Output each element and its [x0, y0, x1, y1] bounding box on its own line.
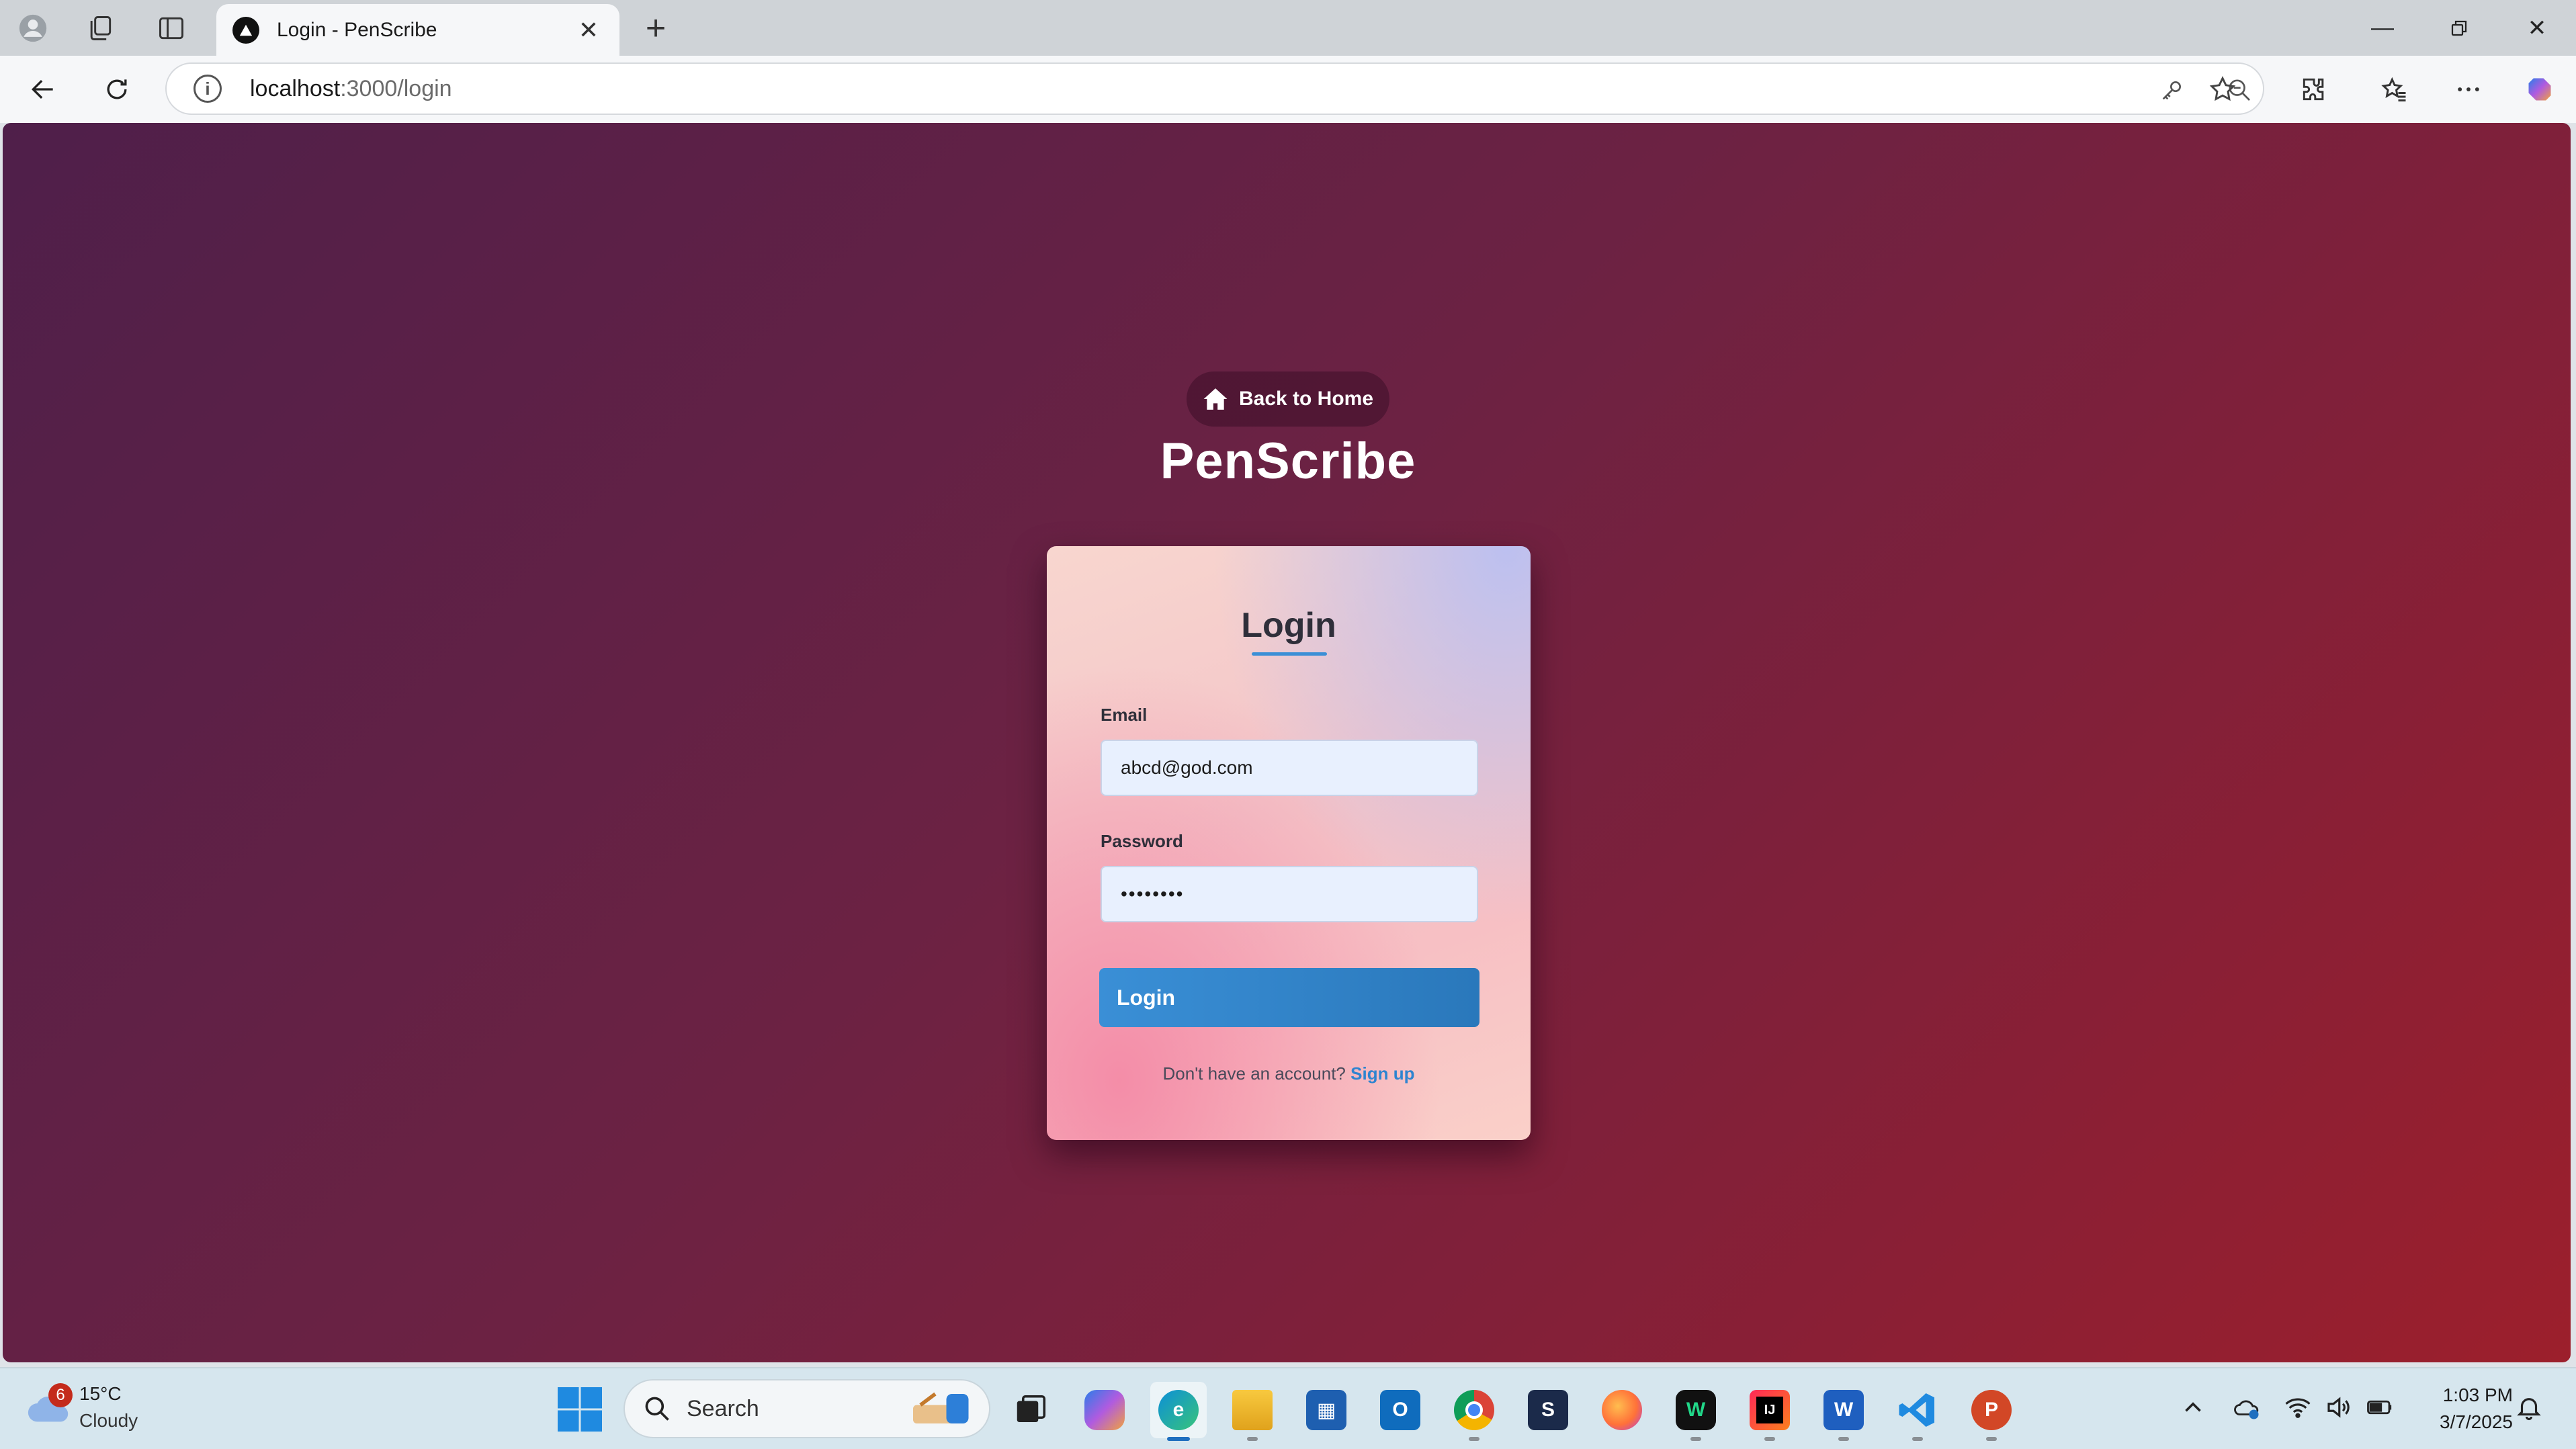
- minimize-button[interactable]: —: [2345, 0, 2420, 56]
- word-app-icon[interactable]: W: [1815, 1382, 1872, 1441]
- taskbar-search[interactable]: Search: [624, 1379, 990, 1438]
- chrome-app-icon[interactable]: [1446, 1382, 1502, 1441]
- new-tab-button[interactable]: +: [637, 9, 675, 48]
- store-app-icon[interactable]: ▦: [1298, 1382, 1355, 1438]
- login-button[interactable]: Login: [1099, 968, 1479, 1027]
- email-value: abcd@god.com: [1121, 757, 1253, 778]
- vscode-app-icon[interactable]: [1889, 1382, 1946, 1441]
- brand-title: PenScribe: [1160, 433, 1416, 490]
- copilot-icon[interactable]: [2516, 65, 2564, 114]
- volume-icon[interactable]: [2319, 1389, 2357, 1426]
- restore-button[interactable]: [2421, 0, 2497, 56]
- title-underline: [1252, 652, 1327, 656]
- outlook-app-icon[interactable]: O: [1372, 1382, 1428, 1438]
- search-icon: [645, 1397, 669, 1421]
- browser-toolbar: i localhost:3000/login: [0, 56, 2576, 123]
- email-label: Email: [1101, 705, 1148, 725]
- card-title: Login: [1241, 606, 1336, 645]
- tab-actions-icon[interactable]: [141, 0, 202, 56]
- close-icon[interactable]: ✕: [574, 15, 603, 45]
- file-explorer-icon[interactable]: [1224, 1382, 1281, 1441]
- password-value: ••••••••: [1121, 883, 1185, 904]
- cloud-icon: 6: [26, 1383, 73, 1428]
- browser-titlebar: Login - PenScribe ✕ + — ✕: [0, 0, 2576, 56]
- back-arrow-icon[interactable]: [19, 65, 67, 114]
- taskbar-clock[interactable]: 1:03 PM 3/7/2025: [2412, 1382, 2513, 1436]
- back-to-home-label: Back to Home: [1238, 388, 1374, 410]
- refresh-icon[interactable]: [93, 65, 141, 114]
- collections-icon[interactable]: [70, 0, 130, 56]
- intellij-app-icon[interactable]: IJ: [1742, 1382, 1798, 1441]
- email-field[interactable]: abcd@god.com: [1101, 740, 1478, 796]
- site-info-icon[interactable]: i: [194, 75, 222, 103]
- weather-temp: 15°C: [79, 1383, 122, 1404]
- favorites-icon[interactable]: [2370, 65, 2419, 114]
- chevron-up-icon[interactable]: [2174, 1389, 2212, 1426]
- profile-icon[interactable]: [3, 0, 63, 56]
- password-field[interactable]: ••••••••: [1101, 866, 1478, 922]
- signup-prompt: Don't have an account?: [1162, 1063, 1346, 1084]
- wifi-icon[interactable]: [2279, 1389, 2317, 1426]
- weather-badge: 6: [48, 1383, 73, 1407]
- address-bar[interactable]: i localhost:3000/login: [165, 62, 2264, 115]
- weather-widget[interactable]: 6 15°C Cloudy: [26, 1380, 138, 1434]
- firefox-app-icon[interactable]: [1594, 1382, 1650, 1438]
- url-path: :3000/login: [340, 75, 452, 101]
- login-card: Login Email abcd@god.com Password ••••••…: [1047, 546, 1531, 1140]
- tab-title: Login - PenScribe: [277, 18, 437, 41]
- task-view-icon[interactable]: [1002, 1382, 1059, 1438]
- webstorm-app-icon[interactable]: W: [1668, 1382, 1724, 1441]
- search-label: Search: [687, 1395, 759, 1421]
- clock-time: 1:03 PM: [2442, 1385, 2513, 1405]
- weather-desc: Cloudy: [79, 1410, 138, 1431]
- clock-date: 3/7/2025: [2440, 1411, 2513, 1432]
- triangle-logo-icon: [232, 16, 259, 44]
- powerpoint-app-icon[interactable]: P: [1963, 1382, 2020, 1441]
- tab-active[interactable]: Login - PenScribe ✕: [216, 4, 619, 56]
- url-host: localhost: [250, 75, 341, 101]
- taskbar: 6 15°C Cloudy Search e ▦ O S W IJ W P 1:…: [0, 1367, 2576, 1449]
- copilot-app-icon[interactable]: [1076, 1382, 1133, 1438]
- login-button-label: Login: [1117, 985, 1176, 1010]
- onedrive-icon[interactable]: [2228, 1389, 2266, 1426]
- password-key-icon[interactable]: [2155, 73, 2189, 107]
- battery-icon[interactable]: [2361, 1389, 2399, 1426]
- back-to-home-button[interactable]: Back to Home: [1187, 371, 1389, 427]
- windows-start-icon[interactable]: [558, 1387, 602, 1432]
- favorite-star-icon[interactable]: [2198, 65, 2247, 114]
- extensions-icon[interactable]: [2290, 65, 2338, 114]
- password-label: Password: [1101, 831, 1183, 851]
- signup-link[interactable]: Sign up: [1350, 1063, 1414, 1084]
- signup-row: Don't have an account? Sign up: [1047, 1063, 1531, 1084]
- close-window-button[interactable]: ✕: [2499, 0, 2575, 56]
- page-viewport: Back to Home PenScribe Login Email abcd@…: [3, 123, 2571, 1362]
- edge-app-icon[interactable]: e: [1150, 1382, 1207, 1441]
- search-highlight-icon: [913, 1392, 969, 1423]
- app-icon[interactable]: S: [1520, 1382, 1576, 1438]
- notifications-icon[interactable]: [2510, 1389, 2548, 1426]
- home-icon: [1203, 388, 1228, 410]
- more-options-icon[interactable]: [2444, 65, 2493, 114]
